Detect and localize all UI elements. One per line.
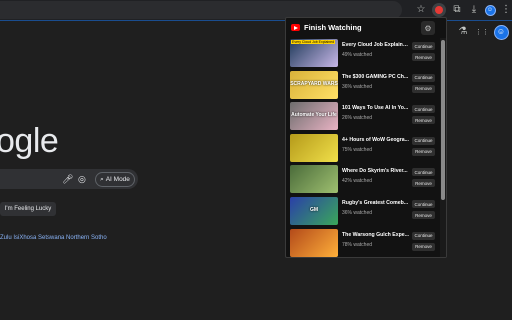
star-icon[interactable]: ☆ bbox=[414, 3, 428, 17]
scrollbar[interactable] bbox=[440, 38, 446, 257]
avatar: ☺ bbox=[484, 4, 496, 16]
ai-mode-label: AI Mode bbox=[105, 176, 130, 183]
list-item[interactable]: Every Cloud Job Explained Every Cloud Job… bbox=[286, 38, 440, 69]
list-item[interactable]: GM Rugby's Greatest Comeb... 36% watched Co… bbox=[286, 196, 440, 227]
account-avatar: ☺ bbox=[493, 24, 509, 40]
extension-active-icon[interactable] bbox=[432, 3, 446, 17]
video-thumbnail[interactable]: SCRAPYARD WARS bbox=[290, 70, 338, 99]
account-avatar-icon[interactable]: ☺ bbox=[493, 24, 509, 40]
video-thumbnail[interactable]: Every Cloud Job Explained bbox=[290, 39, 338, 67]
video-title[interactable]: The $300 GAMING PC Ch... bbox=[342, 74, 410, 80]
remove-button[interactable]: Remove bbox=[412, 242, 435, 251]
remove-button[interactable]: Remove bbox=[412, 84, 435, 93]
video-title[interactable]: The Warsong Gulch Expe... bbox=[342, 232, 410, 238]
list-item[interactable]: Where Do Skyrim's River... 42% watched Con… bbox=[286, 164, 440, 195]
extensions-puzzle-icon[interactable]: ⧉ bbox=[450, 3, 464, 17]
language-links[interactable]: Zulu IsiXhosa Setswana Northern Sotho bbox=[0, 235, 107, 241]
watched-progress: 49% watched bbox=[342, 52, 373, 58]
scrollbar-thumb[interactable] bbox=[441, 40, 445, 200]
menu-icon[interactable]: ⋮ bbox=[499, 3, 512, 17]
mic-icon[interactable]: 🎤︎ bbox=[62, 174, 73, 186]
finish-watching-popup: Finish Watching ⚙ Every Cloud Job Explai… bbox=[285, 17, 447, 258]
profile-avatar-icon[interactable]: ☺ bbox=[483, 3, 497, 17]
youtube-icon bbox=[291, 24, 300, 31]
video-thumbnail[interactable] bbox=[290, 228, 338, 257]
remove-button[interactable]: Remove bbox=[412, 179, 435, 188]
remove-button[interactable]: Remove bbox=[412, 116, 435, 125]
download-icon[interactable]: ⤓ bbox=[467, 3, 481, 17]
watched-progress: 75% watched bbox=[342, 146, 373, 153]
record-dot-icon bbox=[435, 6, 443, 14]
gear-icon: ⚙ bbox=[424, 23, 432, 33]
video-title[interactable]: Where Do Skyrim's River... bbox=[342, 168, 410, 174]
video-thumbnail[interactable] bbox=[290, 133, 338, 162]
lens-icon[interactable]: ◎ bbox=[78, 174, 88, 186]
video-title[interactable]: Rugby's Greatest Comeb... bbox=[342, 200, 410, 206]
popup-title: Finish Watching bbox=[304, 23, 362, 32]
list-item[interactable]: Automate Your Life 101 Ways To Use AI In … bbox=[286, 101, 440, 132]
continue-button[interactable]: Continue bbox=[412, 105, 435, 114]
ai-search-icon: ⌕ bbox=[100, 175, 104, 183]
list-item[interactable]: The Warsong Gulch Expe... 78% watched Cont… bbox=[286, 228, 440, 257]
settings-button[interactable]: ⚙ bbox=[421, 21, 435, 35]
continue-button[interactable]: Continue bbox=[412, 200, 435, 208]
list-item[interactable]: 4+ Hours of WoW Geogra... 75% watched Cont… bbox=[286, 133, 440, 164]
remove-button[interactable]: Remove bbox=[412, 53, 435, 61]
watched-progress: 36% watched bbox=[342, 210, 373, 216]
thumbnail-text: SCRAPYARD WARS bbox=[290, 80, 338, 87]
continue-button[interactable]: Continue bbox=[412, 73, 435, 82]
apps-grid-icon[interactable]: ⋮⋮ bbox=[475, 25, 489, 39]
video-title[interactable]: 4+ Hours of WoW Geogra... bbox=[342, 137, 410, 143]
video-list: Every Cloud Job Explained Every Cloud Job… bbox=[286, 38, 440, 257]
continue-button[interactable]: Continue bbox=[412, 168, 435, 177]
thumbnail-label: Every Cloud Job Explained bbox=[291, 40, 336, 44]
ai-mode-button[interactable]: ⌕ AI Mode bbox=[95, 172, 135, 187]
browser-window: ☆ ⧉ ⤓ ☺ ⋮ ⚗ ⋮⋮ ☺ ogle 🎤︎ ◎ ⌕ AI Mode I'm… bbox=[0, 0, 512, 320]
thumbnail-text: GM bbox=[309, 207, 319, 214]
remove-button[interactable]: Remove bbox=[412, 211, 435, 219]
watched-progress: 42% watched bbox=[342, 178, 373, 185]
google-logo: ogle bbox=[0, 122, 59, 160]
labs-icon[interactable]: ⚗ bbox=[456, 25, 470, 39]
remove-button[interactable]: Remove bbox=[412, 147, 435, 156]
continue-button[interactable]: Continue bbox=[412, 42, 435, 50]
list-item[interactable]: SCRAPYARD WARS The $300 GAMING PC Ch... 36… bbox=[286, 70, 440, 101]
video-thumbnail[interactable] bbox=[290, 165, 338, 194]
continue-button[interactable]: Continue bbox=[412, 136, 435, 145]
continue-button[interactable]: Continue bbox=[412, 231, 435, 240]
video-title[interactable]: 101 Ways To Use AI In Yo... bbox=[342, 105, 410, 111]
video-thumbnail[interactable]: Automate Your Life bbox=[290, 102, 338, 131]
popup-header: Finish Watching ⚙ bbox=[286, 18, 446, 38]
feeling-lucky-button[interactable]: I'm Feeling Lucky bbox=[0, 202, 56, 216]
video-thumbnail[interactable]: GM bbox=[290, 197, 338, 225]
watched-progress: 26% watched bbox=[342, 115, 373, 122]
watched-progress: 78% watched bbox=[342, 241, 373, 248]
thumbnail-text: Automate Your Life bbox=[291, 112, 337, 119]
watched-progress: 36% watched bbox=[342, 83, 373, 90]
video-title[interactable]: Every Cloud Job Explaine... bbox=[342, 42, 410, 48]
